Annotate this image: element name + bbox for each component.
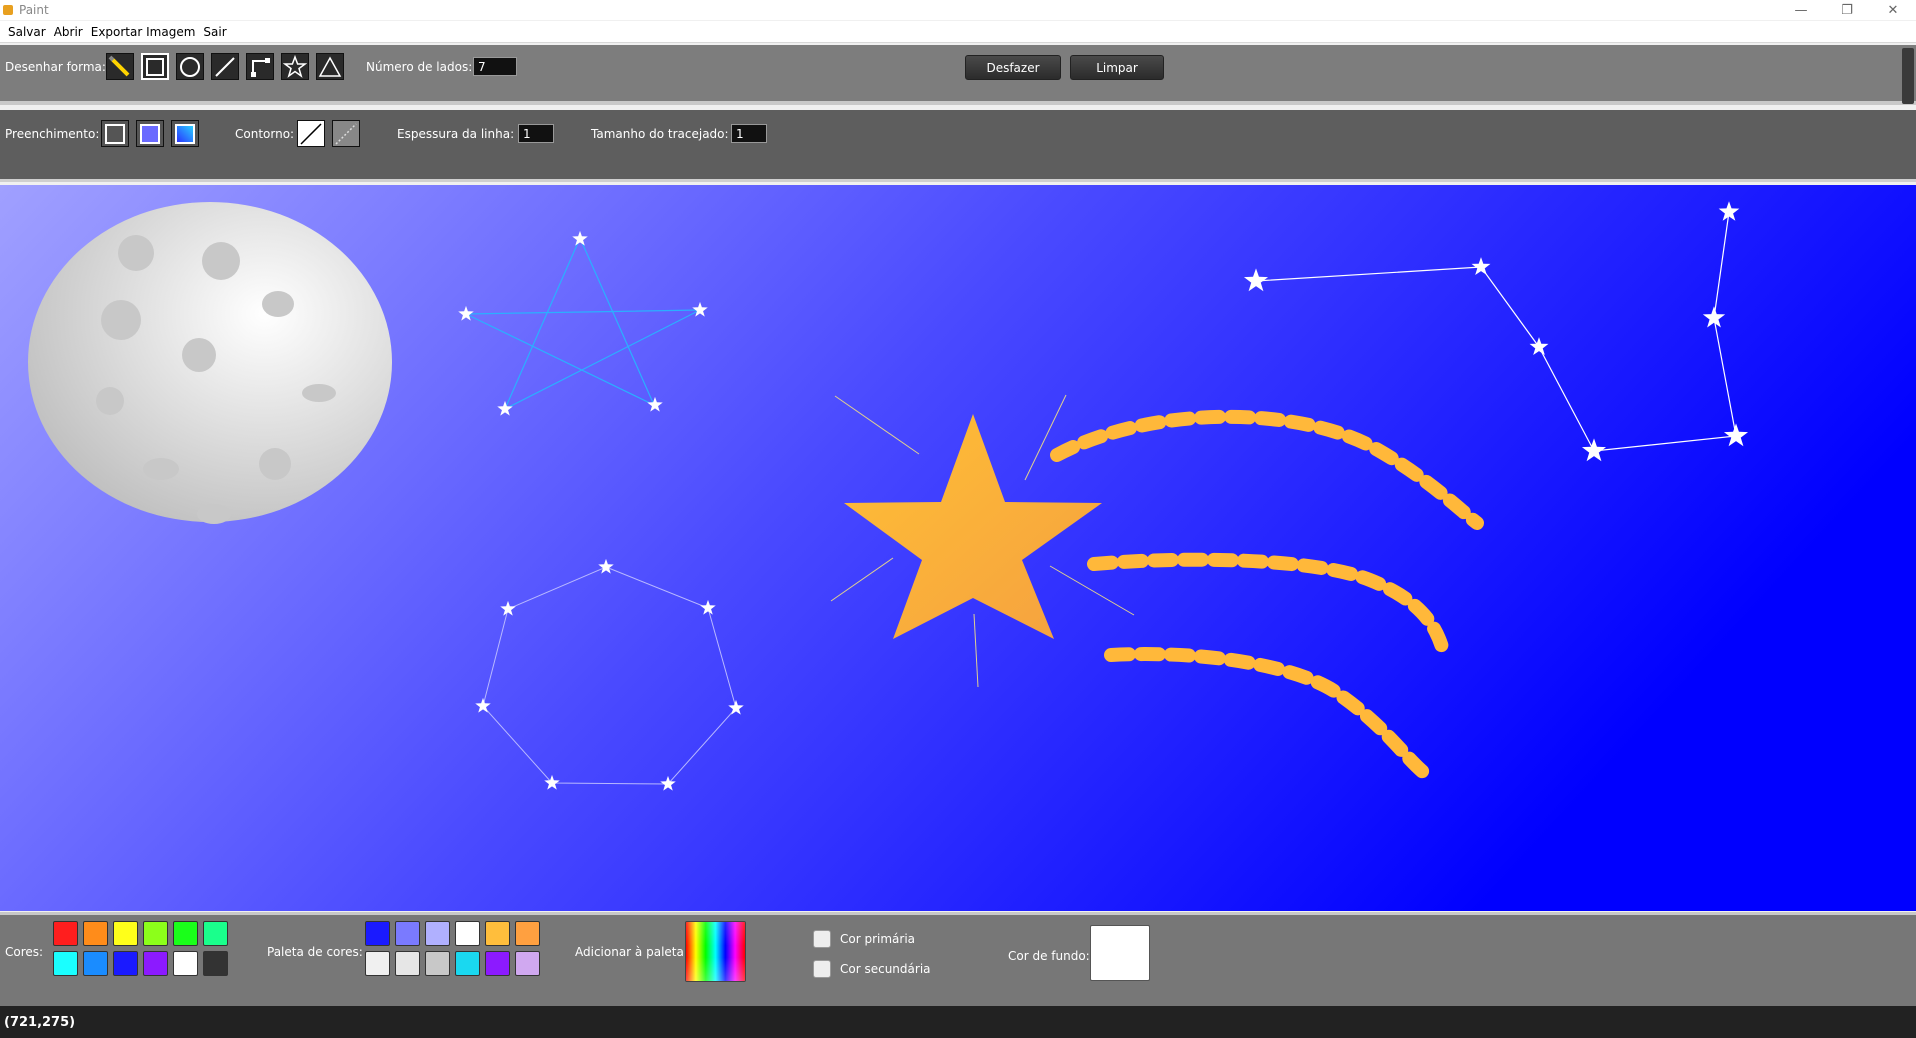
window-title: Paint <box>19 3 49 17</box>
moon-shape <box>28 202 392 524</box>
add-to-palette-label: Adicionar à paleta: <box>575 945 688 959</box>
line-icon <box>215 56 235 77</box>
color-spectrum-picker[interactable] <box>685 921 746 982</box>
star-icon <box>283 54 307 78</box>
dash-size-input[interactable]: 1 <box>731 124 767 143</box>
triangle-tool-button[interactable] <box>316 53 344 80</box>
solid-fill-button[interactable] <box>136 120 164 147</box>
gradient-fill-icon <box>175 123 195 144</box>
close-button[interactable]: ✕ <box>1870 0 1916 20</box>
palette-color-swatch[interactable] <box>365 921 390 946</box>
background-color-swatch[interactable] <box>1090 925 1150 981</box>
secondary-color-checkbox[interactable] <box>813 960 831 978</box>
palette-color-swatch[interactable] <box>515 921 540 946</box>
rectangle-icon <box>146 57 164 76</box>
dashed-outline-button[interactable] <box>332 120 360 147</box>
menu-abrir[interactable]: Abrir <box>50 25 87 39</box>
outline-label: Contorno: <box>235 127 295 141</box>
color-swatch[interactable] <box>83 951 108 976</box>
dash-size-label: Tamanho do tracejado: <box>591 127 729 141</box>
palette-color-swatch[interactable] <box>455 951 480 976</box>
palette-color-swatch[interactable] <box>515 951 540 976</box>
background-color-label: Cor de fundo: <box>1008 949 1090 963</box>
no-fill-icon <box>105 123 125 144</box>
polyline-icon <box>251 57 270 77</box>
sides-label: Número de lados: <box>366 60 473 74</box>
circle-tool-button[interactable] <box>176 53 204 80</box>
color-panel: Cores: Paleta de cores: Adicionar à pale… <box>0 912 1916 1006</box>
palette-color-swatch[interactable] <box>395 921 420 946</box>
fill-label: Preenchimento: <box>5 127 100 141</box>
title-bar: Paint — ❐ ✕ <box>0 0 1916 20</box>
sides-input[interactable]: 7 <box>473 57 517 76</box>
solid-outline-icon <box>300 122 322 145</box>
color-swatch[interactable] <box>173 951 198 976</box>
draw-shape-label: Desenhar forma: <box>5 60 106 74</box>
rectangle-tool-button[interactable] <box>141 53 169 80</box>
color-swatch[interactable] <box>143 951 168 976</box>
color-swatch[interactable] <box>143 921 168 946</box>
palette-color-swatch[interactable] <box>485 951 510 976</box>
menu-bar: Salvar Abrir Exportar Imagem Sair <box>0 21 1916 43</box>
cursor-coordinates: (721,275) <box>4 1014 76 1030</box>
color-swatch[interactable] <box>173 921 198 946</box>
menu-salvar[interactable]: Salvar <box>0 25 50 39</box>
status-bar: (721,275) <box>0 1006 1916 1038</box>
secondary-color-label: Cor secundária <box>840 962 931 976</box>
line-width-input[interactable]: 1 <box>518 124 554 143</box>
color-swatch[interactable] <box>113 921 138 946</box>
maximize-button[interactable]: ❐ <box>1824 0 1870 20</box>
palette-color-swatch[interactable] <box>365 951 390 976</box>
circle-icon <box>180 56 200 77</box>
minimize-button[interactable]: — <box>1778 0 1824 20</box>
triangle-icon <box>318 55 342 77</box>
menu-exportar-imagem[interactable]: Exportar Imagem <box>87 25 200 39</box>
primary-color-checkbox[interactable] <box>813 930 831 948</box>
clear-button[interactable]: Limpar <box>1070 55 1164 80</box>
line-width-label: Espessura da linha: <box>397 127 515 141</box>
polyline-tool-button[interactable] <box>246 53 274 80</box>
palette-color-swatch[interactable] <box>455 921 480 946</box>
star-tool-button[interactable] <box>281 53 309 80</box>
color-swatch[interactable] <box>203 951 228 976</box>
palette-color-swatch[interactable] <box>425 921 450 946</box>
solid-fill-icon <box>140 123 160 144</box>
dashed-outline-icon <box>335 122 357 145</box>
primary-color-label: Cor primária <box>840 932 916 946</box>
palette-label: Paleta de cores: <box>267 945 363 959</box>
color-swatch[interactable] <box>113 951 138 976</box>
solid-outline-button[interactable] <box>297 120 325 147</box>
no-fill-button[interactable] <box>101 120 129 147</box>
menu-sair[interactable]: Sair <box>199 25 230 39</box>
app-icon <box>3 5 13 15</box>
color-swatch[interactable] <box>203 921 228 946</box>
color-swatch[interactable] <box>53 921 78 946</box>
undo-button[interactable]: Desfazer <box>965 55 1061 80</box>
color-swatch[interactable] <box>83 921 108 946</box>
pencil-icon <box>108 55 130 76</box>
gradient-fill-button[interactable] <box>171 120 199 147</box>
pencil-tool-button[interactable] <box>106 53 134 80</box>
shape-toolbar: Desenhar forma: Número de lados: 7 Desfa… <box>0 45 1916 105</box>
toolbar-scrollbar[interactable] <box>1902 48 1914 104</box>
color-swatch[interactable] <box>53 951 78 976</box>
palette-color-swatch[interactable] <box>485 921 510 946</box>
canvas-drawing <box>0 185 1916 911</box>
style-toolbar: Preenchimento: Contorno: Espessura da li… <box>0 110 1916 182</box>
line-tool-button[interactable] <box>211 53 239 80</box>
palette-color-swatch[interactable] <box>425 951 450 976</box>
colors-label: Cores: <box>5 945 44 959</box>
palette-color-swatch[interactable] <box>395 951 420 976</box>
drawing-canvas[interactable] <box>0 185 1916 911</box>
